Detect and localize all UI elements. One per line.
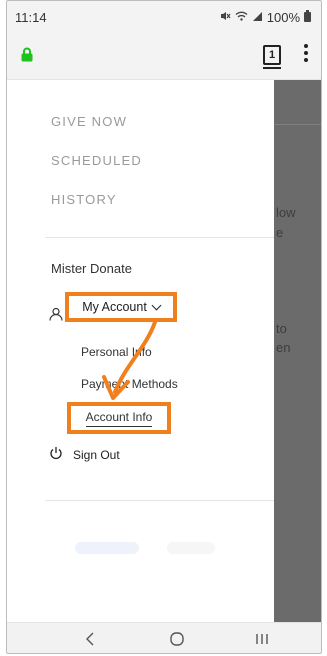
nav-history[interactable]: HISTORY xyxy=(51,192,117,207)
recents-icon[interactable] xyxy=(247,627,277,651)
signal-icon xyxy=(252,10,263,25)
system-nav-bar xyxy=(7,622,321,653)
bg-text-1: low xyxy=(276,205,296,220)
browser-toolbar: 1 xyxy=(7,31,321,80)
user-name: Mister Donate xyxy=(51,261,132,276)
mute-icon xyxy=(219,10,231,25)
phone-frame: 11:14 100% 1 low e to en GIVE NOW SCHEDU… xyxy=(6,0,322,654)
status-icons: 100% xyxy=(219,10,311,25)
sign-out-link[interactable]: Sign Out xyxy=(73,448,120,462)
back-icon[interactable] xyxy=(75,627,105,651)
page-overlay[interactable]: low e to en xyxy=(274,80,321,622)
lock-icon[interactable] xyxy=(21,47,33,67)
home-icon[interactable] xyxy=(162,627,192,651)
account-info-link[interactable]: Account Info xyxy=(67,402,171,434)
nav-scheduled[interactable]: SCHEDULED xyxy=(51,153,142,168)
wifi-icon xyxy=(235,10,248,25)
payment-methods-link[interactable]: Payment Methods xyxy=(81,377,178,391)
drawer-divider-bottom xyxy=(45,500,274,501)
my-account-toggle[interactable]: My Account xyxy=(65,292,177,322)
overlay-divider xyxy=(274,124,321,125)
bg-text-3: to xyxy=(276,321,287,336)
status-time: 11:14 xyxy=(15,10,47,25)
bg-text-4: en xyxy=(276,340,291,355)
faint-logo-right xyxy=(167,542,215,554)
nav-drawer: GIVE NOW SCHEDULED HISTORY Mister Donate… xyxy=(7,80,274,622)
more-options-icon[interactable] xyxy=(303,44,309,65)
battery-icon xyxy=(304,10,311,25)
bg-text-2: e xyxy=(276,225,284,240)
chevron-down-icon xyxy=(151,300,162,311)
personal-info-link[interactable]: Personal Info xyxy=(81,345,152,359)
account-info-label: Account Info xyxy=(85,410,153,427)
power-icon xyxy=(49,446,63,465)
battery-percent: 100% xyxy=(266,10,300,25)
status-bar: 11:14 100% xyxy=(7,1,321,31)
drawer-divider xyxy=(45,237,274,238)
nav-give-now[interactable]: GIVE NOW xyxy=(51,114,127,129)
user-icon xyxy=(49,307,63,326)
tabs-button[interactable]: 1 xyxy=(263,45,281,69)
my-account-label: My Account xyxy=(82,300,147,314)
faint-logo-left xyxy=(75,542,139,554)
